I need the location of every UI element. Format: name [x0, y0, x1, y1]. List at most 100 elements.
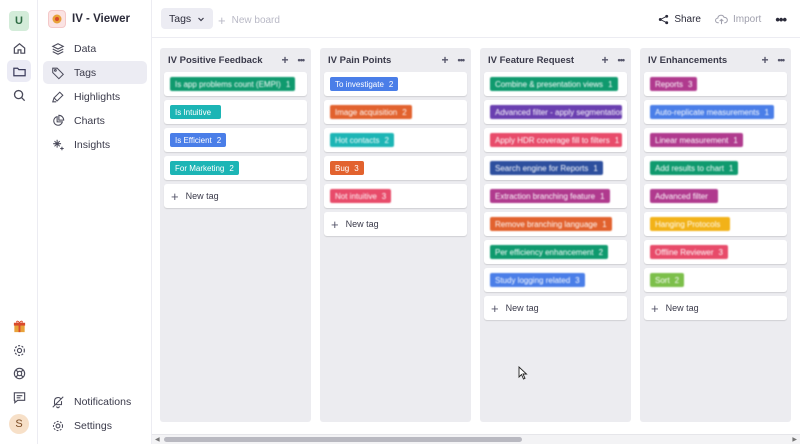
sidebar-item-data[interactable]: Data [43, 37, 147, 60]
tag-card[interactable]: Remove branching language 1 [484, 212, 627, 236]
new-tag-button[interactable]: + New tag [164, 184, 307, 208]
gear-icon [52, 420, 64, 431]
tag-card[interactable]: Add results to chart 1 [644, 156, 787, 180]
gear-icon[interactable] [7, 339, 31, 361]
tag-label: Is app problems count (EMPI) [175, 79, 281, 89]
tag-label: Remove branching language [495, 219, 598, 229]
tag-card[interactable]: Image acquisition 2 [324, 100, 467, 124]
new-tag-button[interactable]: + New tag [484, 296, 627, 320]
sidebar-item-charts[interactable]: Charts [43, 109, 147, 132]
sidebar-item-insights[interactable]: Insights [43, 133, 147, 156]
chat-icon[interactable] [7, 386, 31, 408]
tag-count: 3 [688, 79, 693, 89]
tag-count: 2 [384, 135, 389, 145]
sidebar-item-label: Data [74, 42, 97, 55]
tag-label: Search engine for Reports [495, 163, 589, 173]
column-more-icon[interactable]: ••• [618, 55, 626, 65]
column-title: IV Feature Request [488, 54, 575, 66]
workspace-avatar[interactable]: U [9, 11, 29, 31]
tag-card[interactable]: Combine & presentation views 1 [484, 72, 627, 96]
add-tag-plus-icon[interactable]: + [282, 53, 289, 67]
tag-card[interactable]: Hanging Protocols [644, 212, 787, 236]
tag-card[interactable]: Hot contacts 2 [324, 128, 467, 152]
pie-chart-icon [53, 114, 65, 126]
chevron-down-icon [198, 17, 205, 21]
more-options-icon[interactable]: ••• [775, 12, 787, 27]
icon-rail: U S [0, 0, 38, 444]
tag-chip: Advanced filter - apply segmentation2 [490, 105, 622, 119]
new-tag-button[interactable]: + New tag [644, 296, 787, 320]
tag-card[interactable]: Reports 3 [644, 72, 787, 96]
tag-chip: Bug 3 [330, 161, 364, 175]
tag-label: Study logging related [495, 275, 571, 285]
sidebar: IV - Viewer Data Tags Highlights Charts … [38, 0, 152, 444]
tag-count: 3 [354, 163, 359, 173]
tag-chip: Search engine for Reports 1 [490, 161, 603, 175]
tag-chip: Sort 2 [650, 273, 685, 287]
column-header: IV Positive Feedback + ••• [160, 48, 311, 72]
sidebar-item-tags[interactable]: Tags [43, 61, 147, 84]
tag-count: 1 [614, 135, 620, 145]
tag-card[interactable]: Per efficiency enhancement 2 [484, 240, 627, 264]
tag-card[interactable]: Linear measurement 1 [644, 128, 787, 152]
tag-board: IV Positive Feedback + ••• Is app problems … [152, 38, 800, 434]
tag-count: 1 [602, 219, 607, 229]
help-lifebuoy-icon[interactable] [7, 362, 31, 384]
tag-label: To investigate [335, 79, 384, 89]
column-more-icon[interactable]: ••• [778, 55, 786, 65]
share-button[interactable]: Share [658, 14, 701, 25]
sidebar-item-label: Tags [74, 66, 97, 79]
new-board-button[interactable]: + New board [218, 13, 280, 28]
search-icon[interactable] [7, 84, 31, 106]
scroll-left-arrow-icon[interactable]: ◀ [155, 436, 160, 443]
sidebar-item-notifications[interactable]: Notifications [43, 390, 147, 413]
tag-card[interactable]: Study logging related 3 [484, 268, 627, 292]
tag-chip: Apply HDR coverage fill to filters 1 [490, 133, 622, 147]
new-tag-button[interactable]: + New tag [324, 212, 467, 236]
tag-card[interactable]: Advanced filter [644, 184, 787, 208]
tag-label: Linear measurement [655, 135, 729, 145]
add-tag-plus-icon[interactable]: + [602, 53, 609, 67]
sidebar-item-settings[interactable]: Settings [43, 414, 147, 437]
tag-card[interactable]: Search engine for Reports 1 [484, 156, 627, 180]
horizontal-scrollbar[interactable]: ◀ ▶ [152, 434, 800, 444]
tag-card[interactable]: Offline Reviewer 3 [644, 240, 787, 264]
tag-label: Offline Reviewer [655, 247, 714, 257]
tag-chip: Is Intuitive [170, 105, 222, 119]
tag-card[interactable]: For Marketing 2 [164, 156, 307, 180]
column-more-icon[interactable]: ••• [298, 55, 306, 65]
add-tag-plus-icon[interactable]: + [442, 53, 449, 67]
tag-card[interactable]: Sort 2 [644, 268, 787, 292]
gift-icon[interactable] [7, 315, 31, 337]
sidebar-item-label: Insights [74, 138, 111, 151]
column-title: IV Positive Feedback [168, 54, 263, 66]
tag-label: Image acquisition [335, 107, 398, 117]
tag-card[interactable]: Advanced filter - apply segmentation2 [484, 100, 627, 124]
column-more-icon[interactable]: ••• [458, 55, 466, 65]
add-tag-plus-icon[interactable]: + [762, 53, 769, 67]
scrollbar-thumb[interactable] [164, 437, 522, 442]
tag-card[interactable]: Apply HDR coverage fill to filters 1 [484, 128, 627, 152]
sidebar-item-label: Notifications [74, 395, 132, 408]
project-header[interactable]: IV - Viewer [48, 10, 130, 28]
tag-chip: Offline Reviewer 3 [650, 245, 728, 259]
tag-card[interactable]: Extraction branching feature 1 [484, 184, 627, 208]
tag-count: 1 [593, 163, 598, 173]
sidebar-item-highlights[interactable]: Highlights [43, 85, 147, 108]
user-avatar[interactable]: S [9, 414, 29, 434]
tag-card[interactable]: To investigate 2 [324, 72, 467, 96]
folder-icon[interactable] [7, 60, 31, 82]
column-title: IV Enhancements [648, 54, 728, 66]
import-button[interactable]: Import [715, 14, 761, 25]
tag-chip: Reports 3 [650, 77, 698, 91]
board-select-dropdown[interactable]: Tags [161, 8, 214, 29]
tag-card[interactable]: Auto-replicate measurements 1 [644, 100, 787, 124]
tag-card[interactable]: Is app problems count (EMPI) 1 [164, 72, 307, 96]
plus-icon: + [491, 300, 499, 316]
tag-card[interactable]: Not intuitive 3 [324, 184, 467, 208]
tag-card[interactable]: Bug 3 [324, 156, 467, 180]
scroll-right-arrow-icon[interactable]: ▶ [792, 436, 797, 443]
tag-card[interactable]: Is Intuitive [164, 100, 307, 124]
tag-card[interactable]: Is Efficient 2 [164, 128, 307, 152]
home-icon[interactable] [7, 37, 31, 59]
